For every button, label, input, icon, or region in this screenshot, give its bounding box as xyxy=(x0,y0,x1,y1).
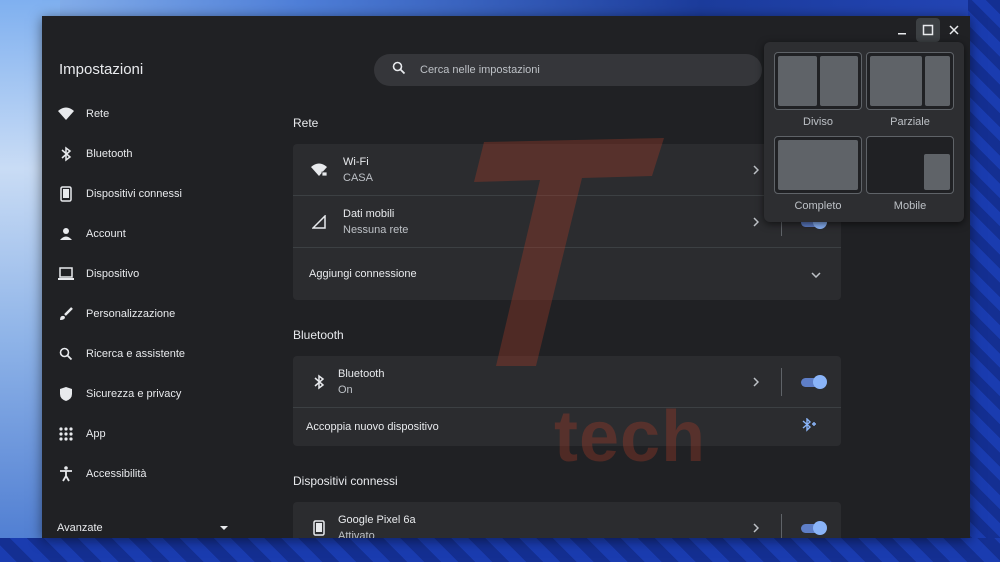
sidebar-item-app[interactable]: App xyxy=(42,414,252,454)
search-icon xyxy=(58,346,74,362)
card-dispositivi-connessi: Google Pixel 6a Attivato xyxy=(293,502,841,538)
section-title-bluetooth: Bluetooth xyxy=(293,328,344,342)
person-icon xyxy=(58,226,74,242)
laptop-icon xyxy=(58,266,74,282)
cellular-signal-icon xyxy=(311,214,327,230)
pixel-title: Google Pixel 6a xyxy=(338,514,416,526)
sidebar-item-bluetooth[interactable]: Bluetooth xyxy=(42,134,252,174)
wifi-icon xyxy=(58,106,74,122)
sidebar-item-account[interactable]: Account xyxy=(42,214,252,254)
snap-option-mobile[interactable] xyxy=(866,136,954,194)
settings-window: Impostazioni Cerca nelle impostazioni Re… xyxy=(42,16,970,538)
sidebar-item-label: Dispositivo xyxy=(86,268,140,280)
sidebar-item-label: Personalizzazione xyxy=(86,308,176,320)
section-title-dispositivi-connessi: Dispositivi connessi xyxy=(293,474,398,488)
sidebar-item-ricerca-assistente[interactable]: Ricerca e assistente xyxy=(42,334,252,374)
snap-option-parziale[interactable] xyxy=(866,52,954,110)
sidebar-item-label: Bluetooth xyxy=(86,148,133,160)
bluetooth-icon xyxy=(58,146,74,162)
snap-option-completo[interactable] xyxy=(774,136,862,194)
sidebar-item-sicurezza-privacy[interactable]: Sicurezza e privacy xyxy=(42,374,252,414)
brush-icon xyxy=(58,306,74,322)
section-title-rete: Rete xyxy=(293,116,319,130)
sidebar-item-dispositivi-connessi[interactable]: Dispositivi connessi xyxy=(42,174,252,214)
sidebar-advanced-label: Avanzate xyxy=(57,521,103,534)
divider xyxy=(781,514,782,538)
apps-grid-icon xyxy=(58,426,74,442)
bluetooth-status: On xyxy=(338,384,353,396)
bluetooth-text: Bluetooth On xyxy=(338,366,384,398)
accoppia-dispositivo-label: Accoppia nuovo dispositivo xyxy=(306,421,439,433)
snap-label-mobile: Mobile xyxy=(893,200,927,212)
sidebar-nav: Rete Bluetooth Dispositivi connessi Acco… xyxy=(42,94,252,534)
wifi-lock-icon xyxy=(311,162,327,178)
dati-mobili-title: Dati mobili xyxy=(343,208,395,220)
bluetooth-toggle[interactable] xyxy=(801,374,827,389)
search-bar[interactable]: Cerca nelle impostazioni xyxy=(374,54,762,86)
chevron-right-icon[interactable] xyxy=(753,164,761,176)
snap-label-diviso: Diviso xyxy=(803,116,833,128)
wallpaper-right xyxy=(968,0,1000,562)
search-placeholder: Cerca nelle impostazioni xyxy=(420,64,540,76)
dati-mobili-status: Nessuna rete xyxy=(343,224,409,236)
app-title: Impostazioni xyxy=(59,61,144,78)
wallpaper-top xyxy=(0,0,1000,16)
pixel-toggle[interactable] xyxy=(801,521,827,535)
sidebar-item-label: App xyxy=(86,428,106,440)
sidebar-item-accessibilita[interactable]: Accessibilità xyxy=(42,454,252,494)
sidebar-item-personalizzazione[interactable]: Personalizzazione xyxy=(42,294,252,334)
close-icon[interactable] xyxy=(942,18,966,42)
wifi-network-name: CASA xyxy=(343,172,373,184)
row-dati-mobili[interactable]: Dati mobili Nessuna rete xyxy=(293,196,841,248)
chevron-down-icon[interactable] xyxy=(811,265,821,283)
aggiungi-connessione-label: Aggiungi connessione xyxy=(309,268,417,280)
snap-option-diviso[interactable] xyxy=(774,52,862,110)
search-icon xyxy=(392,61,406,80)
row-aggiungi-connessione[interactable]: Aggiungi connessione xyxy=(293,248,841,300)
watermark-text: tech xyxy=(554,397,707,477)
phone-icon xyxy=(311,520,327,536)
sidebar-advanced-toggle[interactable]: Avanzate xyxy=(42,510,242,538)
wifi-text: Wi-Fi CASA xyxy=(343,154,373,186)
row-wifi[interactable]: Wi-Fi CASA xyxy=(293,144,841,196)
sidebar-item-label: Dispositivi connessi xyxy=(86,188,182,200)
minimize-icon[interactable] xyxy=(890,18,914,42)
sidebar-item-dispositivo[interactable]: Dispositivo xyxy=(42,254,252,294)
phone-icon xyxy=(58,186,74,202)
bluetooth-title: Bluetooth xyxy=(338,368,385,380)
sidebar-item-label: Ricerca e assistente xyxy=(86,348,186,360)
maximize-icon[interactable] xyxy=(916,18,940,42)
divider xyxy=(781,368,782,396)
accessibility-icon xyxy=(58,466,74,482)
bluetooth-add-icon[interactable] xyxy=(801,416,817,437)
chevron-right-icon[interactable] xyxy=(753,522,761,534)
shield-icon xyxy=(58,386,74,402)
sidebar-item-rete[interactable]: Rete xyxy=(42,94,252,134)
pixel-text: Google Pixel 6a Attivato xyxy=(338,512,416,538)
snap-label-parziale: Parziale xyxy=(890,116,930,128)
snap-label-completo: Completo xyxy=(794,200,842,212)
caret-down-icon xyxy=(220,526,228,530)
card-rete: Wi-Fi CASA Dati mobili Nessuna rete Aggi… xyxy=(293,144,841,300)
sidebar-item-label: Rete xyxy=(86,108,110,120)
wifi-title: Wi-Fi xyxy=(343,156,369,168)
dati-mobili-text: Dati mobili Nessuna rete xyxy=(343,206,408,238)
bluetooth-icon xyxy=(311,374,327,390)
window-controls xyxy=(890,18,966,42)
row-google-pixel[interactable]: Google Pixel 6a Attivato xyxy=(293,502,841,538)
wallpaper-bottom xyxy=(0,538,1000,562)
pixel-status: Attivato xyxy=(338,530,375,538)
sidebar-item-label: Account xyxy=(86,228,126,240)
sidebar-item-label: Sicurezza e privacy xyxy=(86,388,182,400)
chevron-right-icon[interactable] xyxy=(753,216,761,228)
chevron-right-icon[interactable] xyxy=(753,376,761,388)
sidebar-item-label: Accessibilità xyxy=(86,468,147,480)
snap-layout-menu: Diviso Parziale Completo Mobile xyxy=(764,42,964,222)
